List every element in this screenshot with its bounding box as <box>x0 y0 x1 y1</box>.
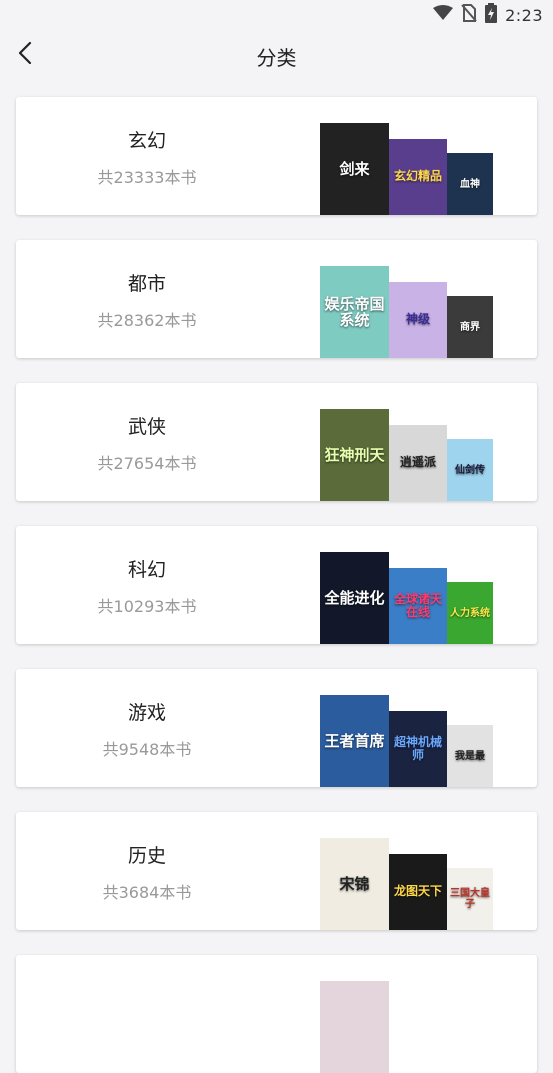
book-cover: 人力系统 <box>447 582 493 644</box>
category-name: 科幻 <box>127 559 166 581</box>
category-text: 科幻共10293本书 <box>16 526 278 644</box>
book-cover-title: 仙剑传 <box>455 464 485 476</box>
book-cover-title: 血神 <box>460 178 480 190</box>
book-cover: 三国大皇子 <box>447 868 493 930</box>
category-name: 历史 <box>127 845 166 867</box>
cover-stack: 宋锦龙图天下 三国大皇子 <box>320 812 500 930</box>
category-name: 游戏 <box>127 702 166 724</box>
cover-stack: 狂神刑天 逍遥派仙剑传 <box>320 383 500 501</box>
book-cover-title: 人力系统 <box>450 607 490 619</box>
book-cover: 血神 <box>447 153 493 215</box>
book-cover: 全能进化 <box>320 552 389 644</box>
book-cover: 商界 <box>447 296 493 358</box>
book-cover-title: 剑来 <box>339 159 370 178</box>
cover-stack: 全能进化 全球诸天在线 人力系统 <box>320 526 500 644</box>
book-cover: 全球诸天在线 <box>389 568 447 644</box>
book-cover: 剑来 <box>320 123 389 215</box>
category-card[interactable]: 都市 共28362本书 娱乐帝国系统 神级 商界 <box>16 240 537 358</box>
category-card[interactable]: 科幻 共10293本书 全能进化 全球诸天在线 人力系统 <box>16 526 537 644</box>
category-name: 武侠 <box>127 416 166 438</box>
book-cover: 宋锦 <box>320 838 389 930</box>
book-cover-title <box>353 1025 357 1029</box>
book-cover: 狂神刑天 <box>320 409 389 501</box>
status-time: 2:23 <box>505 5 543 25</box>
category-book-count: 共9548本书 <box>102 740 192 759</box>
category-text: 游戏共9548本书 <box>16 669 278 787</box>
category-card[interactable]: 玄幻 共23333本书 剑来 玄幻精品 血神 <box>16 97 537 215</box>
page-title: 分类 <box>256 46 297 70</box>
book-cover: 逍遥派 <box>389 425 447 501</box>
book-cover-title: 三国大皇子 <box>450 888 490 910</box>
category-card[interactable] <box>16 955 537 1073</box>
book-cover-title: 商界 <box>460 321 480 333</box>
book-cover-title: 全能进化 <box>324 588 385 607</box>
book-cover <box>320 981 389 1073</box>
status-bar: 2:23 <box>0 0 553 30</box>
book-cover: 神级 <box>389 282 447 358</box>
book-cover-title: 娱乐帝国系统 <box>324 294 385 329</box>
cover-stack <box>320 955 500 1073</box>
category-book-count: 共28362本书 <box>97 311 197 330</box>
wifi-icon <box>433 5 454 25</box>
battery-charging-icon <box>485 3 498 27</box>
book-cover-title: 龙图天下 <box>393 884 442 899</box>
status-icons: 2:23 <box>433 3 543 27</box>
category-text: 玄幻共23333本书 <box>16 97 278 215</box>
book-cover: 娱乐帝国系统 <box>320 266 389 358</box>
book-cover-title: 逍遥派 <box>399 455 436 470</box>
category-book-count: 共27654本书 <box>97 454 197 473</box>
category-name: 玄幻 <box>127 130 166 152</box>
category-book-count: 共23333本书 <box>97 168 197 187</box>
book-cover: 王者首席 <box>320 695 389 787</box>
book-cover-title: 超神机械师 <box>393 734 442 762</box>
book-cover-title: 宋锦 <box>339 874 370 893</box>
category-text: 都市共28362本书 <box>16 240 278 358</box>
category-name: 都市 <box>127 273 166 295</box>
category-card[interactable]: 历史 共3684本书 宋锦 龙图天下 三国大皇子 <box>16 812 537 930</box>
book-cover-title: 狂神刑天 <box>324 445 385 464</box>
category-book-count: 共10293本书 <box>97 597 197 616</box>
book-cover: 龙图天下 <box>389 854 447 930</box>
book-cover <box>447 1011 493 1073</box>
book-cover <box>389 997 447 1073</box>
book-cover-title: 玄幻精品 <box>393 169 442 184</box>
category-text: 历史共3684本书 <box>16 812 278 930</box>
book-cover: 我是最 <box>447 725 493 787</box>
category-card[interactable]: 武侠 共27654本书 狂神刑天 逍遥派 仙剑传 <box>16 383 537 501</box>
category-card[interactable]: 游戏 共9548本书 王者首席 超神机械师 我是最 <box>16 669 537 787</box>
book-cover: 超神机械师 <box>389 711 447 787</box>
book-cover: 仙剑传 <box>447 439 493 501</box>
cover-stack: 剑来玄幻精品血神 <box>320 97 500 215</box>
book-cover-title <box>468 1040 472 1044</box>
cover-stack: 王者首席 超神机械师我是最 <box>320 669 500 787</box>
no-sim-icon <box>461 4 477 26</box>
book-cover-title: 王者首席 <box>324 731 385 750</box>
book-cover-title: 全球诸天在线 <box>393 591 442 619</box>
category-text <box>16 955 278 1073</box>
category-book-count: 共3684本书 <box>102 883 192 902</box>
category-text: 武侠共27654本书 <box>16 383 278 501</box>
book-cover-title <box>416 1033 420 1037</box>
book-cover: 玄幻精品 <box>389 139 447 215</box>
app-bar: 分类 <box>0 30 553 80</box>
cover-stack: 娱乐帝国系统神级商界 <box>320 240 500 358</box>
book-cover-title: 神级 <box>405 312 430 327</box>
book-cover-title: 我是最 <box>455 750 485 762</box>
